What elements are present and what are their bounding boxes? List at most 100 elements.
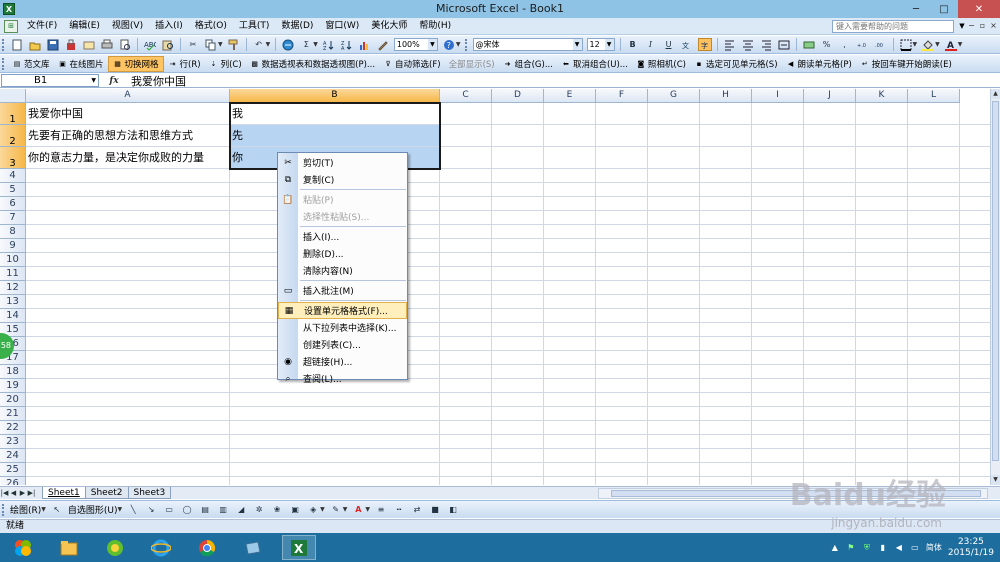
context-menu-item[interactable]: 📋 粘贴(P) xyxy=(278,191,407,208)
column-header-k[interactable]: K xyxy=(856,89,908,103)
phonetic-icon[interactable]: 文 xyxy=(680,38,694,51)
speak-on-enter-button[interactable]: ↵ 按回车键开始朗读(E) xyxy=(856,56,956,72)
chevron-down-icon[interactable]: ▼ xyxy=(91,75,96,86)
tray-flag-icon[interactable]: ⚑ xyxy=(846,543,856,553)
decrease-decimal-icon[interactable]: .00 xyxy=(874,38,888,51)
toolbar-grip[interactable] xyxy=(2,38,5,51)
align-center-icon[interactable] xyxy=(741,38,755,51)
borders-icon[interactable] xyxy=(899,38,913,51)
row-header-18[interactable]: 18 xyxy=(0,365,26,379)
row-header-9[interactable]: 9 xyxy=(0,239,26,253)
close-button[interactable]: ✕ xyxy=(958,0,1000,18)
italic-button[interactable]: I xyxy=(644,38,658,51)
insert-row-button[interactable]: ⇥ 行(R) xyxy=(164,56,205,72)
chevron-down-icon[interactable]: ▼ xyxy=(365,506,370,513)
chevron-down-icon[interactable]: ▼ xyxy=(118,506,123,513)
row-header-3[interactable]: 3 xyxy=(0,147,26,169)
sheet-tab-2[interactable]: Sheet2 xyxy=(84,487,129,499)
menu-view[interactable]: 视图(V) xyxy=(106,18,149,35)
research-icon[interactable] xyxy=(161,38,175,51)
font-color-icon[interactable]: A xyxy=(351,503,365,516)
vertical-text-icon[interactable]: 字 xyxy=(697,38,712,51)
internet-explorer-icon[interactable] xyxy=(144,535,178,560)
row-header-1[interactable]: 1 xyxy=(0,103,26,125)
menu-file[interactable]: 文件(F) xyxy=(21,18,63,35)
row-header-4[interactable]: 4 xyxy=(0,169,26,183)
chevron-down-icon[interactable]: ▼ xyxy=(41,506,46,513)
row-header-8[interactable]: 8 xyxy=(0,225,26,239)
chevron-down-icon[interactable]: ▼ xyxy=(266,41,271,48)
column-header-h[interactable]: H xyxy=(700,89,752,103)
comma-icon[interactable]: , xyxy=(838,38,852,51)
template-library-button[interactable]: ▤ 范文库 xyxy=(8,56,54,72)
copy-icon[interactable] xyxy=(204,38,218,51)
minimize-button[interactable]: ─ xyxy=(902,0,930,18)
chevron-down-icon[interactable]: ▼ xyxy=(343,506,348,513)
help-search-input[interactable]: 键入需要帮助的问题 xyxy=(832,20,954,33)
context-menu-item[interactable]: 清除内容(N) xyxy=(278,262,407,279)
context-menu-item[interactable]: ⌕ 查阅(L)... xyxy=(278,370,407,387)
excel-taskbar-icon[interactable]: X xyxy=(282,535,316,560)
context-menu-item[interactable]: 创建列表(C)... xyxy=(278,336,407,353)
vertical-scroll-thumb[interactable] xyxy=(992,101,999,461)
clock[interactable]: 23:25 2015/1/19 xyxy=(948,537,994,559)
bold-button[interactable]: B xyxy=(626,38,640,51)
diagram-icon[interactable]: ✲ xyxy=(252,503,266,516)
align-right-icon[interactable] xyxy=(759,38,773,51)
row-header-12[interactable]: 12 xyxy=(0,281,26,295)
menu-data[interactable]: 数据(D) xyxy=(275,18,319,35)
dash-style-icon[interactable]: ┅ xyxy=(392,503,406,516)
format-painter-icon[interactable] xyxy=(227,38,241,51)
column-header-d[interactable]: D xyxy=(492,89,544,103)
row-header-5[interactable]: 5 xyxy=(0,183,26,197)
context-menu-item[interactable]: 删除(D)... xyxy=(278,245,407,262)
prev-sheet-icon[interactable]: ◀ xyxy=(9,489,18,497)
chrome-icon[interactable] xyxy=(190,535,224,560)
column-header-g[interactable]: G xyxy=(648,89,700,103)
last-sheet-icon[interactable]: ▶| xyxy=(27,489,36,497)
percent-button[interactable]: % xyxy=(820,38,834,51)
cell-a1[interactable]: 我爱你中国 xyxy=(26,103,230,124)
sort-descending-icon[interactable]: ZA xyxy=(340,38,354,51)
font-color-icon[interactable]: A xyxy=(944,38,958,51)
context-menu-item[interactable]: 插入(I)... xyxy=(278,228,407,245)
select-visible-cells-button[interactable]: ▪ 选定可见单元格(S) xyxy=(690,56,782,72)
group-button[interactable]: ➜ 组合(G)... xyxy=(499,56,557,72)
formula-input[interactable]: 我爱你中国 xyxy=(129,73,186,89)
next-sheet-icon[interactable]: ▶ xyxy=(18,489,27,497)
fill-color-icon[interactable]: ◈ xyxy=(306,503,320,516)
vertical-scrollbar[interactable]: ▲ ▼ xyxy=(990,89,1000,485)
row-header-10[interactable]: 10 xyxy=(0,253,26,267)
sheet-tab-3[interactable]: Sheet3 xyxy=(127,487,172,499)
spelling-icon[interactable]: ABC xyxy=(143,38,157,51)
chevron-down-icon[interactable]: ▼ xyxy=(218,41,223,48)
menu-format[interactable]: 格式(O) xyxy=(189,18,233,35)
row-header-7[interactable]: 7 xyxy=(0,211,26,225)
line-icon[interactable]: ╲ xyxy=(126,503,140,516)
arrow-style-icon[interactable]: ⇄ xyxy=(410,503,424,516)
draw-menu-button[interactable]: 绘图(R) xyxy=(8,503,43,516)
context-menu-item[interactable]: ▦ 设置单元格格式(F)... xyxy=(278,302,407,319)
row-header-24[interactable]: 24 xyxy=(0,449,26,463)
toolbar-grip[interactable] xyxy=(464,38,468,51)
clipart-icon[interactable]: ❀ xyxy=(270,503,284,516)
menu-window[interactable]: 窗口(W) xyxy=(319,18,365,35)
row-header-19[interactable]: 19 xyxy=(0,379,26,393)
drawing-icon[interactable] xyxy=(376,38,390,51)
menu-help[interactable]: 帮助(H) xyxy=(413,18,457,35)
speak-cells-button[interactable]: ◀ 朗读单元格(P) xyxy=(782,56,856,72)
workbook-minimize-button[interactable]: − xyxy=(967,20,976,31)
column-header-a[interactable]: A xyxy=(26,89,230,103)
app-360-icon[interactable] xyxy=(98,535,132,560)
chevron-down-icon[interactable]: ▼ xyxy=(456,41,461,48)
row-header-2[interactable]: 2 xyxy=(0,125,26,147)
arrow-icon[interactable]: ↘ xyxy=(144,503,158,516)
first-sheet-icon[interactable]: |◀ xyxy=(0,489,9,497)
chevron-down-icon[interactable]: ▼ xyxy=(935,41,940,48)
chevron-down-icon[interactable]: ▼ xyxy=(572,39,582,50)
tray-volume-icon[interactable]: ◀ xyxy=(894,543,904,553)
rectangle-icon[interactable]: ▭ xyxy=(162,503,176,516)
workbook-icon[interactable]: ⊞ xyxy=(4,19,18,33)
maximize-button[interactable]: □ xyxy=(930,0,958,18)
chevron-down-icon[interactable]: ▼ xyxy=(913,41,918,48)
